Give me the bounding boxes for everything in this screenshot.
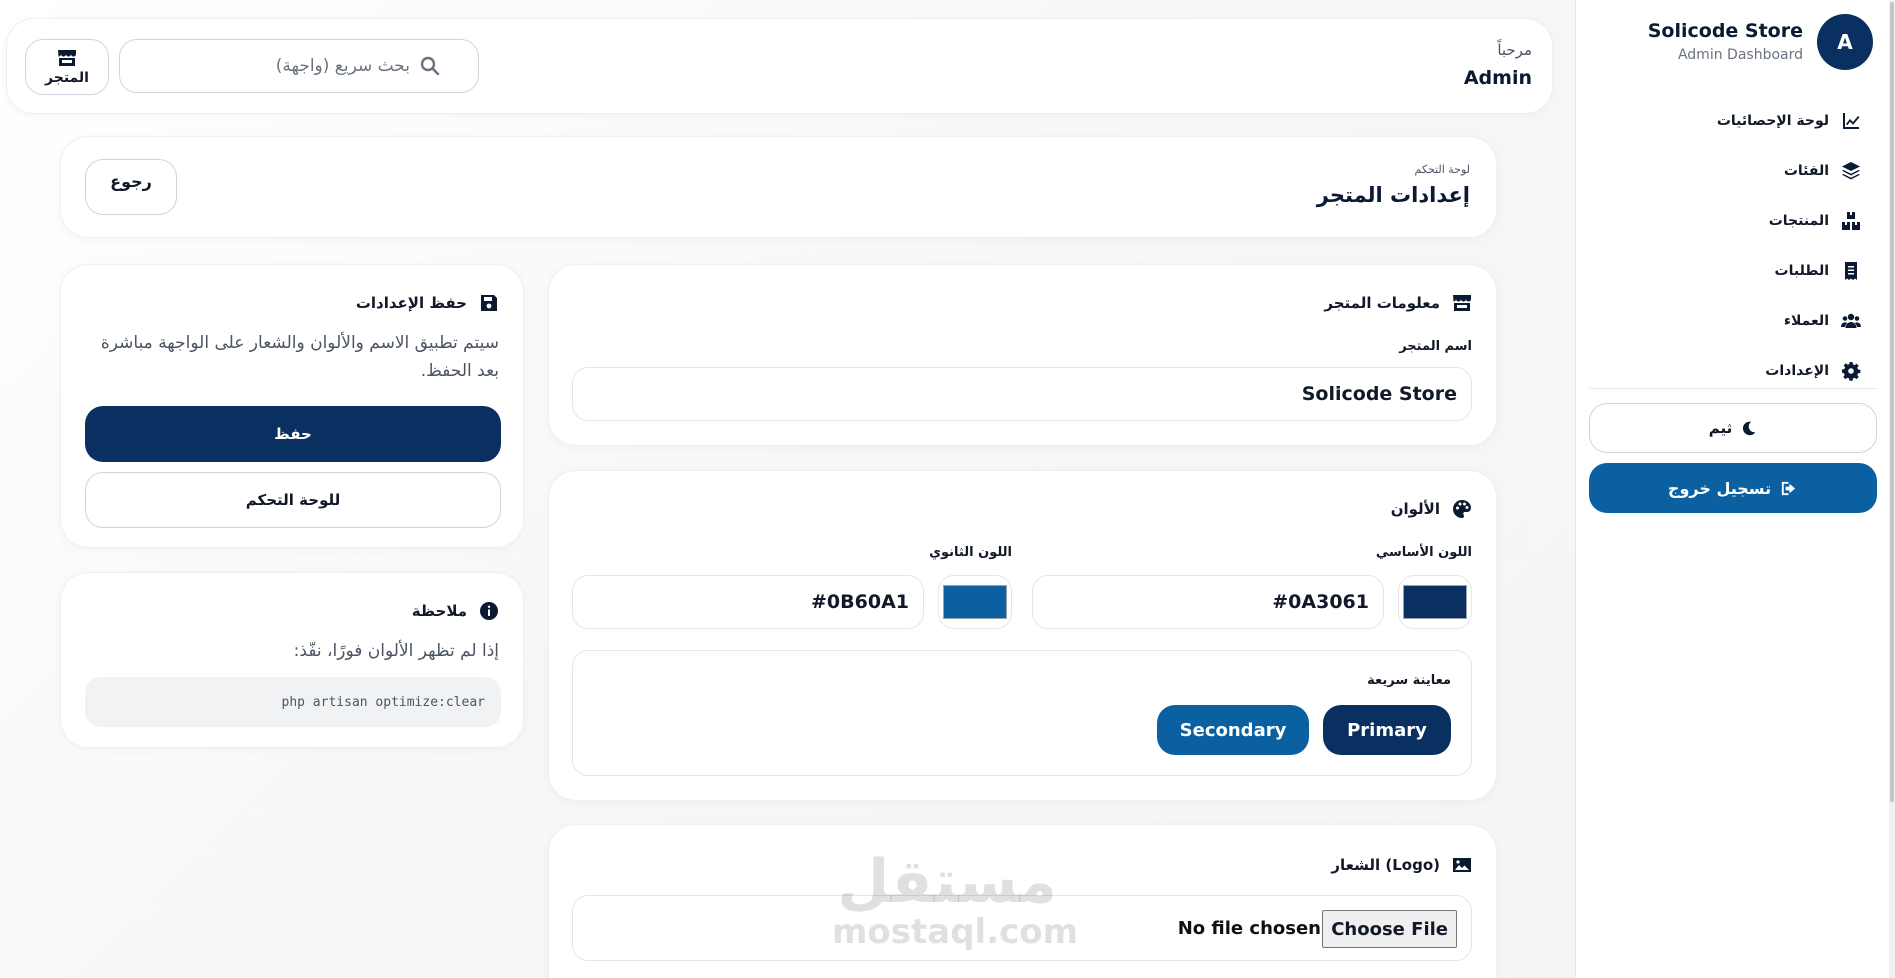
primary-color-input[interactable]: #0A3061	[1032, 575, 1384, 629]
layers-icon	[1842, 162, 1860, 180]
page-header-card: لوحة التحكم إعدادات المتجر رجوع	[60, 136, 1497, 238]
logo-title: الشعار (Logo)	[1331, 856, 1440, 874]
sidebar-nav: لوحة الإحصائيات الفئات المنتجات الطلبات …	[1601, 96, 1861, 396]
sign-out-icon	[1781, 481, 1796, 495]
admin-name: Admin	[1463, 67, 1532, 89]
store-info-header: معلومات المتجر	[1324, 293, 1472, 313]
moon-icon	[1743, 421, 1756, 435]
primary-color-picker[interactable]	[1398, 575, 1472, 629]
store-name-input[interactable]: Solicode Store	[572, 367, 1472, 421]
sidebar-item-label: العملاء	[1783, 313, 1829, 329]
secondary-color-label: اللون الثانوي	[929, 545, 1012, 560]
save-settings-title: حفظ الإعدادات	[355, 294, 467, 312]
no-file-chosen-text: No file chosen	[1177, 918, 1321, 939]
note-header: ملاحظة	[412, 601, 499, 621]
note-card: ملاحظة إذا لم تظهر الألوان فورًا، نفّذ: …	[60, 572, 524, 748]
sidebar-item-products[interactable]: المنتجات	[1601, 196, 1861, 246]
colors-header: الألوان	[1391, 499, 1472, 519]
welcome-text: مرحباً	[1497, 41, 1532, 59]
image-icon	[1453, 858, 1471, 872]
sidebar-item-dashboard[interactable]: لوحة الإحصائيات	[1601, 96, 1861, 146]
secondary-preview-button[interactable]: Secondary	[1157, 705, 1309, 755]
save-settings-card: حفظ الإعدادات سيتم تطبيق الاسم والألوان …	[60, 264, 524, 548]
avatar: A	[1817, 14, 1873, 70]
note-title: ملاحظة	[411, 602, 467, 620]
top-bar: مرحباً Admin المتجر	[6, 18, 1553, 114]
theme-toggle-button[interactable]: ثيم	[1589, 403, 1877, 453]
search-box[interactable]	[119, 39, 479, 93]
search-icon	[420, 56, 440, 76]
secondary-color-input[interactable]: #0B60A1	[572, 575, 924, 629]
floppy-disk-icon	[481, 295, 497, 311]
theme-toggle-label: ثيم	[1708, 419, 1733, 437]
scrollbar-thumb[interactable]	[1890, 2, 1894, 802]
store-icon	[1453, 295, 1471, 311]
sidebar-item-orders[interactable]: الطلبات	[1601, 246, 1861, 296]
palette-icon	[1453, 500, 1471, 518]
save-settings-description: سيتم تطبيق الاسم والألوان والشعار على ال…	[100, 333, 499, 381]
brand-subtitle: Admin Dashboard	[1677, 47, 1803, 63]
colors-title: الألوان	[1390, 500, 1440, 518]
logout-button[interactable]: تسجيل خروج	[1589, 463, 1877, 513]
secondary-color-picker[interactable]	[938, 575, 1012, 629]
sidebar-item-label: الفئات	[1783, 163, 1829, 179]
secondary-color-swatch	[943, 585, 1007, 619]
sidebar-divider	[1589, 388, 1877, 389]
colors-card: الألوان اللون الأساسي #0A3061 اللون الثا…	[548, 470, 1497, 801]
store-icon	[58, 50, 76, 66]
receipt-icon	[1845, 262, 1857, 280]
back-button[interactable]: رجوع	[85, 159, 177, 215]
primary-color-label: اللون الأساسي	[1375, 545, 1472, 560]
sidebar-item-label: الطلبات	[1774, 263, 1829, 279]
save-settings-header: حفظ الإعدادات	[356, 293, 499, 313]
watermark-latin: mostaql.com	[832, 912, 1079, 952]
mostaql-watermark: مستقل mostaql.com	[832, 847, 1079, 952]
command-code-block: php artisan optimize:clear	[85, 677, 501, 727]
note-text: إذا لم تظهر الألوان فورًا، نفّذ:	[293, 641, 499, 661]
choose-file-button[interactable]: Choose File	[1322, 910, 1457, 948]
brand-name: Solicode Store	[1647, 20, 1803, 42]
sidebar: A Solicode Store Admin Dashboard لوحة ال…	[1575, 0, 1895, 978]
breadcrumb[interactable]: لوحة التحكم	[1415, 163, 1470, 176]
scrollbar-track[interactable]	[1889, 0, 1895, 978]
chart-line-icon	[1843, 113, 1860, 129]
primary-preview-button[interactable]: Primary	[1323, 705, 1451, 755]
gear-icon	[1842, 362, 1861, 381]
watermark-arabic: مستقل	[837, 847, 1057, 917]
logo-header: الشعار (Logo)	[1331, 855, 1472, 875]
info-icon	[480, 602, 498, 620]
sidebar-item-label: الإعدادات	[1765, 363, 1829, 379]
store-info-title: معلومات المتجر	[1324, 294, 1440, 312]
sidebar-item-customers[interactable]: العملاء	[1601, 296, 1861, 346]
sidebar-item-label: المنتجات	[1768, 213, 1829, 229]
sidebar-item-label: لوحة الإحصائيات	[1716, 113, 1829, 129]
save-button[interactable]: حفظ	[85, 406, 501, 462]
store-info-card: معلومات المتجر اسم المتجر Solicode Store	[548, 264, 1497, 446]
users-icon	[1841, 313, 1861, 328]
logout-label: تسجيل خروج	[1667, 478, 1772, 498]
search-input[interactable]	[120, 56, 410, 76]
sidebar-item-categories[interactable]: الفئات	[1601, 146, 1861, 196]
primary-color-swatch	[1403, 585, 1467, 619]
dashboard-button[interactable]: للوحة التحكم	[85, 472, 501, 528]
quick-preview-box: معاينة سريعة Primary Secondary	[572, 650, 1472, 776]
page-title: إعدادات المتجر	[1316, 183, 1470, 207]
store-button-label: المتجر	[45, 70, 89, 86]
store-button[interactable]: المتجر	[25, 39, 109, 95]
quick-preview-label: معاينة سريعة	[1367, 673, 1451, 688]
boxes-icon	[1842, 212, 1860, 230]
store-name-label: اسم المتجر	[1399, 339, 1472, 354]
